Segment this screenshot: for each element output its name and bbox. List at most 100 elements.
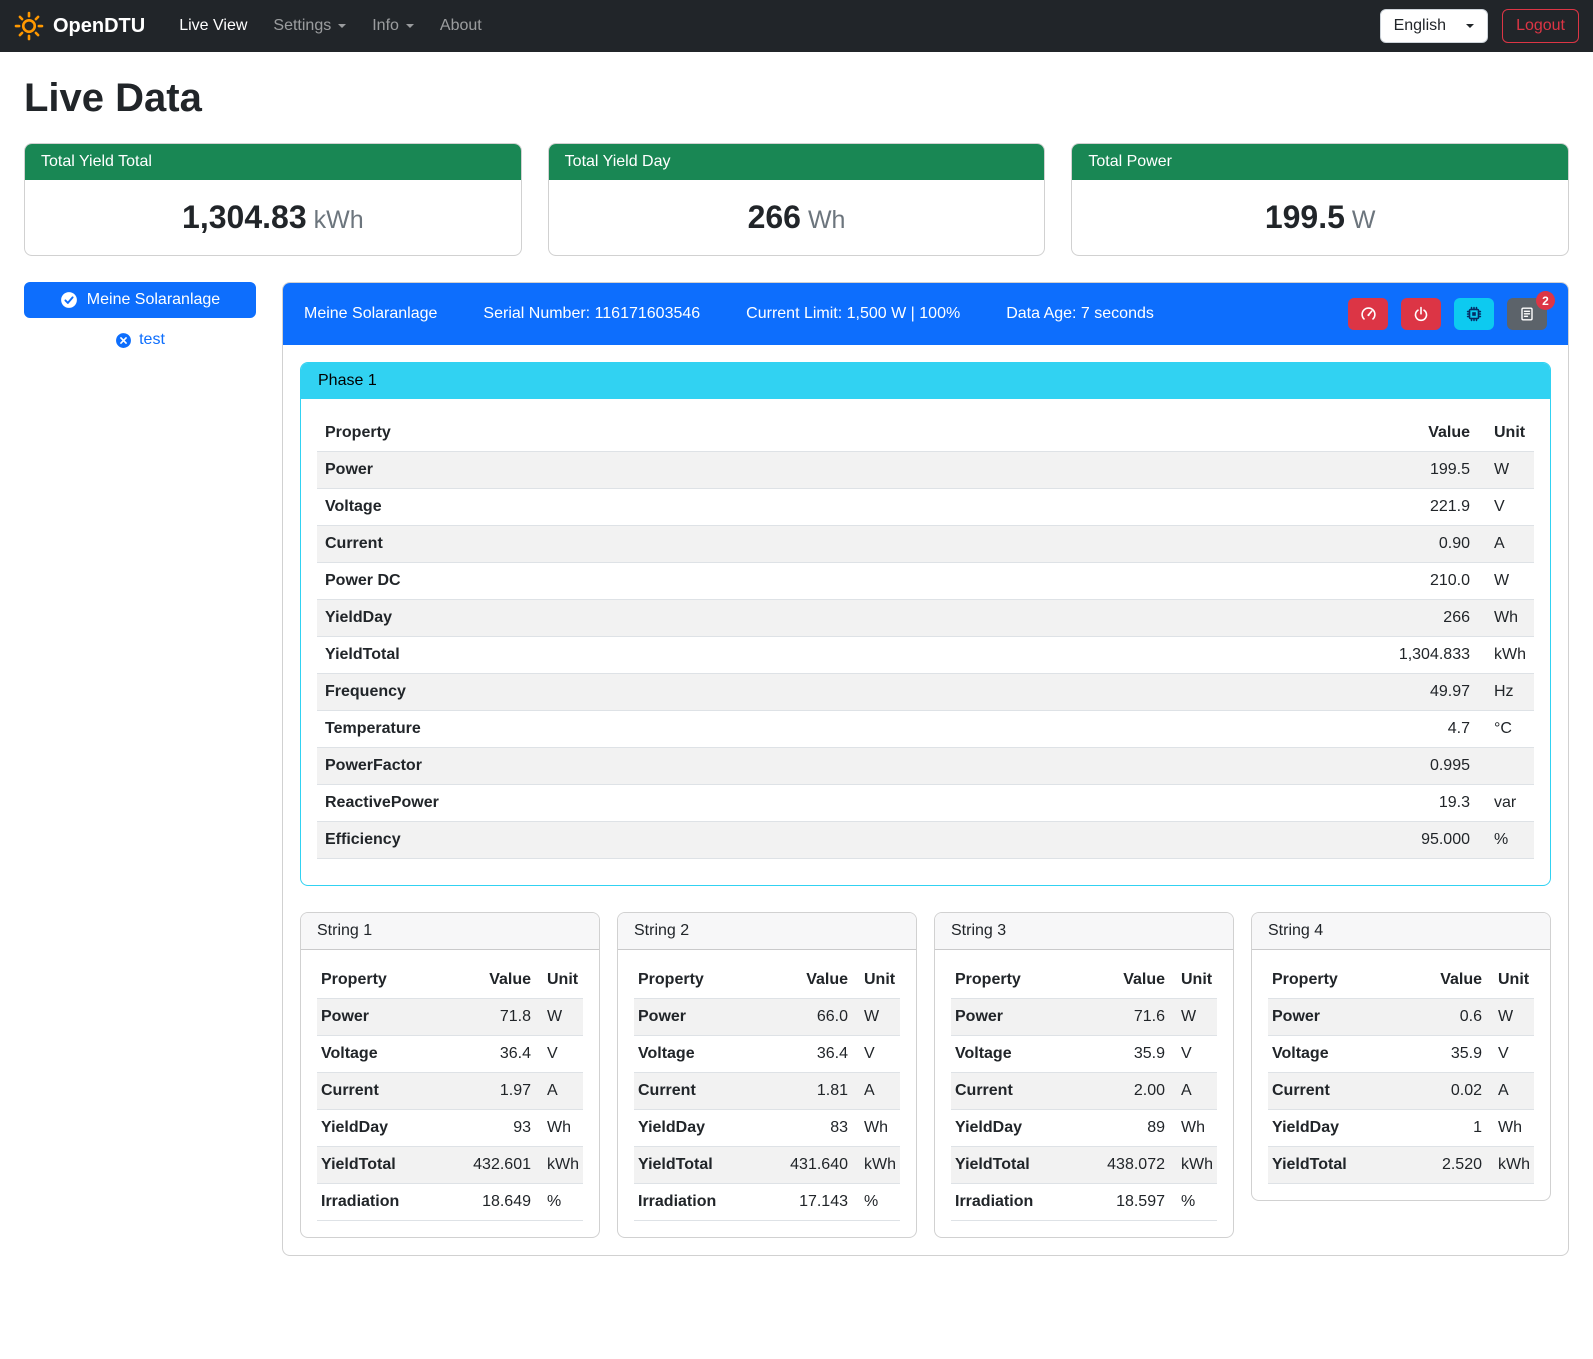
cell-value: 1,304.833 [1012,637,1478,674]
sidebar-item-test[interactable]: test [115,331,165,349]
cell-unit: °C [1478,711,1534,748]
inverter-panel: Meine Solaranlage Serial Number: 1161716… [282,282,1569,1256]
cell-property: YieldTotal [317,1147,441,1184]
cell-value: 432.601 [441,1147,535,1184]
cell-property: YieldTotal [951,1147,1075,1184]
column-value: Value [441,962,535,999]
cell-value: 83 [758,1110,852,1147]
string-table: Property Value Unit Power [317,962,583,1221]
table-row: Power 71.8 W [317,999,583,1036]
card-header: Total Yield Total [25,144,521,180]
nav-info-label: Info [372,17,399,35]
table-row: PowerFactor 0.995 [317,748,1534,785]
power-button[interactable] [1401,298,1441,330]
table-row: Voltage 36.4 V [317,1036,583,1073]
cell-property: PowerFactor [317,748,1012,785]
card-unit: W [1352,206,1376,234]
cell-unit: % [535,1184,583,1221]
sidebar-item-test-label: test [139,331,165,349]
card-unit: Wh [808,206,846,234]
cell-property: Voltage [317,489,1012,526]
card-body: 1,304.83kWh [25,180,521,255]
sun-icon [14,11,44,41]
card-unit: kWh [314,206,364,234]
cell-unit: A [852,1073,900,1110]
table-header-row: Property Value Unit [951,962,1217,999]
cell-property: Voltage [1268,1036,1404,1073]
cell-property: Power [317,452,1012,489]
cell-value: 93 [441,1110,535,1147]
cell-property: YieldDay [951,1110,1075,1147]
nav-about[interactable]: About [430,9,492,43]
table-row: Voltage 36.4 V [634,1036,900,1073]
cell-value: 66.0 [758,999,852,1036]
string-card-body: Property Value Unit Power [935,950,1233,1237]
inverter-select-label: Meine Solaranlage [87,291,220,309]
inverter-panel-header: Meine Solaranlage Serial Number: 1161716… [283,283,1568,345]
card-header: Total Power [1072,144,1568,180]
inverter-select-button[interactable]: Meine Solaranlage [24,282,256,318]
column-value: Value [758,962,852,999]
device-info-button[interactable] [1454,298,1494,330]
cell-unit: V [535,1036,583,1073]
table-row: Temperature 4.7 °C [317,711,1534,748]
cell-value: 0.995 [1012,748,1478,785]
cell-value: 2.520 [1404,1147,1486,1184]
cell-property: Irradiation [951,1184,1075,1221]
card-value: 1,304.83 [182,199,307,235]
cell-unit: Wh [1486,1110,1534,1147]
table-row: YieldTotal 438.072 kWh [951,1147,1217,1184]
cell-unit: W [535,999,583,1036]
string-table-body: Power 66.0 W Voltage 36.4 V [634,999,900,1221]
cell-value: 18.597 [1075,1184,1169,1221]
cell-value: 1 [1404,1110,1486,1147]
column-property: Property [317,415,1012,452]
cell-property: Voltage [317,1036,441,1073]
table-row: Efficiency 95.000 % [317,822,1534,859]
nav-live-view-label: Live View [179,17,247,35]
limit-settings-button[interactable] [1348,298,1388,330]
sidebar: Meine Solaranlage test [24,282,256,349]
nav-settings[interactable]: Settings [263,9,356,43]
string-table: Property Value Unit Power [1268,962,1534,1184]
card-total-yield-total: Total Yield Total 1,304.83kWh [24,143,522,256]
phase-card-header: Phase 1 [301,363,1550,399]
table-header-row: Property Value Unit [317,962,583,999]
nav-live-view[interactable]: Live View [169,9,257,43]
phase-card-body: Property Value Unit Power [301,399,1550,885]
cell-value: 438.072 [1075,1147,1169,1184]
table-row: Current 0.90 A [317,526,1534,563]
cell-unit: kWh [535,1147,583,1184]
navbar: OpenDTU Live View Settings Info About En… [0,0,1593,52]
cell-value: 36.4 [441,1036,535,1073]
phase-card: Phase 1 Property Value Unit [300,362,1551,886]
cell-value: 0.90 [1012,526,1478,563]
string-table: Property Value Unit Power [634,962,900,1221]
cell-unit: kWh [852,1147,900,1184]
cell-value: 35.9 [1404,1036,1486,1073]
cell-unit: Wh [535,1110,583,1147]
cell-unit: Wh [1478,600,1534,637]
cell-value: 18.649 [441,1184,535,1221]
cell-unit: Wh [1169,1110,1217,1147]
cell-unit: kWh [1169,1147,1217,1184]
table-row: Current 2.00 A [951,1073,1217,1110]
card-value: 266 [748,199,801,235]
event-log-button[interactable]: 2 [1507,298,1547,330]
strings-row: String 1 Property Value Unit [300,912,1551,1238]
language-select[interactable]: English [1380,9,1488,43]
brand-link[interactable]: OpenDTU [14,11,145,41]
cell-unit: A [535,1073,583,1110]
cell-value: 36.4 [758,1036,852,1073]
language-select-value: English [1394,17,1446,35]
event-count-badge: 2 [1536,291,1555,310]
table-row: YieldDay 93 Wh [317,1110,583,1147]
cell-value: 210.0 [1012,563,1478,600]
string-card-body: Property Value Unit Power [618,950,916,1237]
logout-button[interactable]: Logout [1502,9,1579,43]
nav-info[interactable]: Info [362,9,424,43]
column-property: Property [951,962,1075,999]
cell-unit: Hz [1478,674,1534,711]
cell-property: Frequency [317,674,1012,711]
cell-property: Irradiation [634,1184,758,1221]
